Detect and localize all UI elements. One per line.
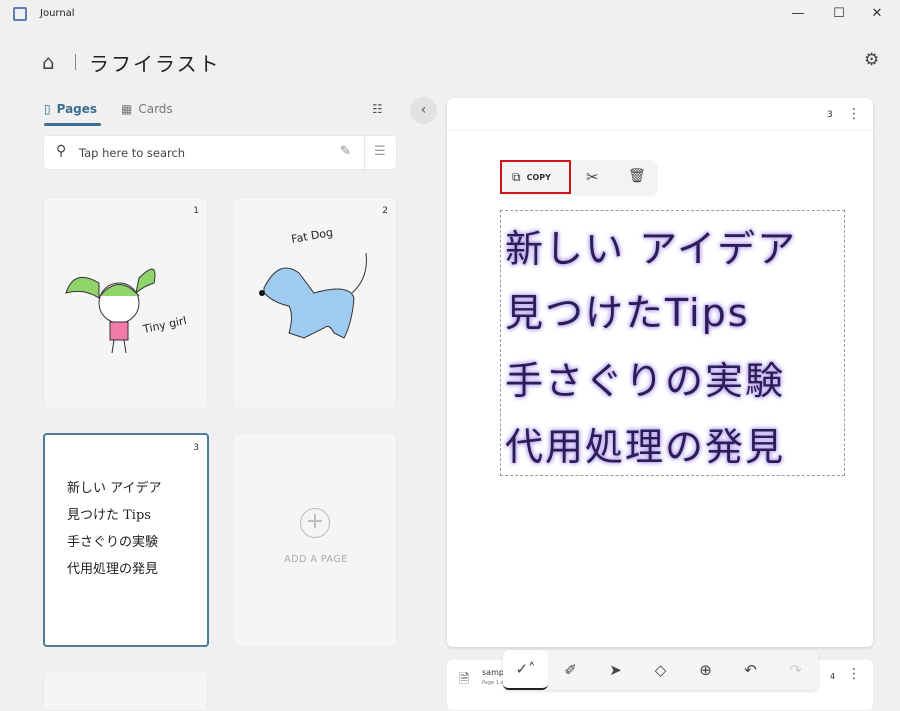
maximize-button[interactable]: ☐: [829, 6, 849, 21]
cut-icon[interactable]: ✂: [586, 168, 599, 186]
page-thumbnail-2[interactable]: 2 Fat Dog: [233, 197, 397, 409]
home-icon[interactable]: ⌂: [42, 50, 55, 74]
drawing-toolbar: ✓˄ ✐ ➤ ◇ ⊕ ↶ ↷: [503, 650, 818, 690]
tab-label: Pages: [56, 102, 98, 116]
title-bar: Journal — ☐ ✕: [0, 0, 900, 30]
search-input[interactable]: ⚲ Tap here to search ✎ ☰: [43, 135, 397, 171]
page-thumbnail-next[interactable]: [43, 671, 208, 711]
gear-icon[interactable]: ⚙: [864, 50, 879, 70]
ink-line: 新しい アイデア: [505, 227, 798, 271]
highlighter-icon[interactable]: ✐: [548, 661, 593, 679]
page-number: 4: [830, 672, 836, 681]
search-placeholder: Tap here to search: [79, 146, 186, 160]
redo-icon[interactable]: ↷: [773, 661, 818, 679]
handwritten-line: 代用処理の発見: [67, 562, 159, 577]
page-title: ラフイラスト: [89, 52, 221, 76]
delete-icon[interactable]: 🗑: [628, 168, 646, 184]
active-tab-indicator: [44, 123, 101, 126]
add-page-button[interactable]: + ADD A PAGE: [233, 433, 397, 647]
handwritten-line: 新しい アイデア: [67, 481, 162, 496]
divider: [447, 130, 873, 131]
cards-icon: ▦: [121, 102, 133, 116]
collapse-panel-button[interactable]: ‹: [410, 97, 437, 124]
ink-line: 手さぐりの実験: [505, 359, 786, 403]
more-options-icon[interactable]: ⋮: [847, 106, 861, 122]
undo-icon[interactable]: ↶: [728, 661, 773, 679]
svg-text:Tiny girl: Tiny girl: [141, 314, 188, 336]
app-logo-icon: [13, 7, 27, 21]
tab-pages[interactable]: ▯ Pages: [44, 102, 97, 116]
handwritten-line: 手さぐりの実験: [67, 535, 159, 550]
eraser-icon[interactable]: ◇: [638, 661, 683, 679]
pen-tool-button[interactable]: ✓˄: [503, 650, 548, 690]
divider: [364, 136, 365, 171]
page-thumbnail-3[interactable]: 3 新しい アイデア 見つけた Tips 手さぐりの実験 代用処理の発見: [43, 433, 209, 647]
fat-dog-drawing: Fat Dog: [259, 226, 367, 339]
ink-line: 見つけたTips: [505, 291, 750, 335]
app-title: Journal: [40, 8, 75, 19]
document-name: samp: [482, 668, 504, 677]
search-icon: ⚲: [56, 143, 67, 159]
multi-select-icon[interactable]: ☷: [372, 102, 383, 116]
minimize-button[interactable]: —: [788, 6, 808, 21]
page-3-handwriting: 新しい アイデア 見つけた Tips 手さぐりの実験 代用処理の発見: [67, 475, 161, 583]
tab-label: Cards: [138, 102, 173, 116]
ink-search-icon[interactable]: ✎: [340, 144, 351, 159]
add-icon: +: [300, 508, 330, 538]
page-thumbnail-1[interactable]: 1 Tiny girl: [43, 197, 208, 409]
close-button[interactable]: ✕: [867, 6, 887, 21]
page-number: 3: [193, 443, 199, 453]
add-page-label: ADD A PAGE: [284, 554, 348, 565]
add-icon[interactable]: ⊕: [683, 661, 728, 679]
ink-line: 代用処理の発見: [505, 425, 786, 469]
svg-text:Fat Dog: Fat Dog: [290, 226, 334, 246]
copy-button[interactable]: ⧉ COPY: [500, 160, 571, 194]
tab-cards[interactable]: ▦ Cards: [121, 102, 173, 116]
tiny-girl-drawing: Tiny girl: [65, 268, 188, 354]
filter-icon[interactable]: ☰: [374, 144, 386, 159]
page-number: 3: [827, 110, 833, 120]
divider: [75, 54, 76, 70]
copy-label: COPY: [526, 172, 551, 182]
pdf-icon: 🗎: [459, 672, 470, 687]
more-options-icon[interactable]: ⋮: [847, 666, 861, 682]
pages-icon: ▯: [44, 102, 51, 116]
handwritten-line: 見つけた Tips: [67, 508, 151, 523]
pointer-icon[interactable]: ➤: [593, 661, 638, 679]
copy-icon: ⧉: [512, 169, 521, 184]
